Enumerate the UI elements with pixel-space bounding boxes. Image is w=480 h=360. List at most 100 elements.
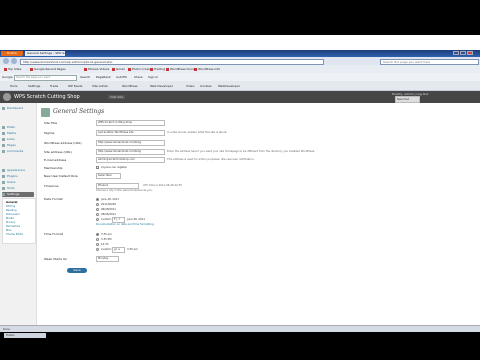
submenu-media[interactable]: Media xyxy=(6,217,14,220)
week-starts-select[interactable]: Monday xyxy=(96,256,119,262)
time-format-radio[interactable] xyxy=(96,238,99,241)
appearance-icon xyxy=(2,168,5,172)
google-toolbar-item[interactable]: Search xyxy=(80,75,90,79)
toolbar-item[interactable]: Cookies xyxy=(200,84,212,88)
tagline-input[interactable]: Just another WordPress site xyxy=(96,130,165,136)
utc-time-description: UTC time is 2011-06-28 22:35 xyxy=(143,184,182,187)
site-title[interactable]: WPS Scratch Cutting Shop xyxy=(14,94,80,100)
menu-pages[interactable]: Pages xyxy=(2,143,34,148)
submenu-general[interactable]: General xyxy=(6,201,17,204)
menu-tools[interactable]: Tools xyxy=(2,186,34,191)
date-format-radio[interactable] xyxy=(96,213,99,216)
menu-label: Dashboard xyxy=(7,106,24,110)
taskbar-item[interactable]: Firefox xyxy=(4,333,46,338)
favorites-dropdown[interactable]: New Post xyxy=(395,96,420,103)
submenu-theme-editor[interactable]: Theme Editor xyxy=(6,233,23,236)
browser-tab[interactable]: General Settings ‹ SEO Scratch Cut... xyxy=(25,51,65,56)
settings-page-icon xyxy=(41,108,50,117)
close-window-button[interactable] xyxy=(467,51,473,55)
toolbar-item[interactable]: Settings xyxy=(28,84,40,88)
date-format-custom-radio[interactable] xyxy=(96,218,99,221)
bookmark-item[interactable]: Photo Cross xyxy=(128,67,150,71)
date-format-radio[interactable] xyxy=(96,208,99,211)
toolbar-item[interactable]: WebDeveloper xyxy=(218,84,240,88)
bookmark-item[interactable]: Google Recent Pages xyxy=(30,67,66,71)
date-doc-link[interactable]: Documentation on date and time formattin… xyxy=(96,223,154,226)
google-toolbar-item[interactable]: Share xyxy=(134,75,143,79)
email-input[interactable]: admin@scratchcutshop.com xyxy=(96,157,165,163)
menu-plugins[interactable]: Plugins xyxy=(2,174,34,179)
google-toolbar-item[interactable]: AutoFill xyxy=(116,75,127,79)
toolbar-item[interactable]: Video xyxy=(186,84,194,88)
bookmark-item[interactable]: WordPress Info xyxy=(194,67,220,71)
menu-links[interactable]: Links xyxy=(2,137,34,142)
bookmark-item[interactable]: Movies Videos xyxy=(84,67,109,71)
save-changes-button[interactable]: Save Changes xyxy=(67,268,87,277)
toolbar-item[interactable]: WordPress xyxy=(122,84,138,88)
taskbar-area: Firefox xyxy=(0,332,480,360)
menu-appearance[interactable]: Appearance xyxy=(2,168,34,173)
menu-media[interactable]: Media xyxy=(2,131,34,136)
minimize-button[interactable] xyxy=(453,51,459,55)
submenu-reading[interactable]: Reading xyxy=(6,209,17,212)
tagline-description: In a few words, explain what this site i… xyxy=(167,131,228,134)
menu-label: Posts xyxy=(7,125,15,129)
membership-checkbox[interactable] xyxy=(96,166,99,169)
toolbar-item[interactable]: WP Feeds xyxy=(68,84,82,88)
wp-address-input[interactable]: http://www.domainhost.com/blog xyxy=(96,140,165,146)
submenu-discussion[interactable]: Discussion xyxy=(6,213,20,216)
submenu-permalinks[interactable]: Permalinks xyxy=(6,225,20,228)
forward-arrow-icon[interactable] xyxy=(11,58,17,64)
bookmark-item[interactable]: WordPress Docs xyxy=(166,67,194,71)
submenu-writing[interactable]: Writing xyxy=(6,205,15,208)
bookmark-item[interactable]: Top Sites xyxy=(4,67,21,71)
bookmark-item[interactable]: Gmail xyxy=(112,67,125,71)
submenu-misc[interactable]: Misc xyxy=(6,229,12,232)
site-title-input[interactable]: WPS Scratch Cutting Shop xyxy=(96,120,165,126)
menu-settings[interactable]: Settings xyxy=(2,192,34,197)
toolbar-item[interactable]: Tools xyxy=(10,84,17,88)
default-role-select[interactable]: Subscriber xyxy=(96,173,121,179)
google-toolbar-item[interactable]: Sign In xyxy=(148,75,158,79)
menu-posts[interactable]: Posts xyxy=(2,125,34,130)
bookmark-label: Trading xyxy=(154,67,166,71)
menu-label: Plugins xyxy=(7,174,18,178)
time-format-option: 15:35 xyxy=(101,243,109,246)
toolbar-item[interactable]: Web Developer xyxy=(150,84,173,88)
menu-comments[interactable]: Comments xyxy=(2,149,34,154)
toolbar-item[interactable]: Site Admin xyxy=(92,84,108,88)
date-format-radio[interactable] xyxy=(96,203,99,206)
date-format-radio[interactable] xyxy=(96,198,99,201)
site-address-label: Site address (URL) xyxy=(44,150,72,154)
date-format-label: Date Format xyxy=(44,197,63,201)
favicon-icon xyxy=(4,67,7,71)
menu-label: Settings xyxy=(7,192,20,196)
timezone-hint: Choose a city in the same timezone as yo… xyxy=(96,189,153,192)
settings-icon xyxy=(2,192,5,196)
bookmark-label: WordPress Info xyxy=(198,67,221,71)
bookmark-item[interactable]: Trading xyxy=(150,67,165,71)
time-format-custom-radio[interactable] xyxy=(96,248,99,251)
bookmark-label: Google Recent Pages xyxy=(34,67,66,71)
time-format-radio[interactable] xyxy=(96,233,99,236)
favicon-icon xyxy=(30,67,33,71)
menu-dashboard[interactable]: Dashboard xyxy=(2,106,34,111)
navigation-bar: http://www.domainhost.com/wp-admin/optio… xyxy=(0,57,480,65)
favicon-icon xyxy=(112,67,115,71)
visit-site-button[interactable]: Visit Site xyxy=(108,95,126,99)
site-address-input[interactable]: http://www.domainhost.com/blog xyxy=(96,149,165,155)
submenu-privacy[interactable]: Privacy xyxy=(6,221,15,224)
maximize-button[interactable] xyxy=(460,51,466,55)
firefox-menu-button[interactable]: Firefox xyxy=(1,51,23,56)
menu-users[interactable]: Users xyxy=(2,180,34,185)
favicon-icon xyxy=(166,67,169,71)
time-format-custom-input[interactable]: g:i a xyxy=(112,247,125,253)
google-toolbar-item[interactable]: PageRank xyxy=(96,75,111,79)
page-title: General Settings xyxy=(53,108,105,115)
menu-label: Media xyxy=(7,131,17,135)
time-format-radio[interactable] xyxy=(96,243,99,246)
date-format-option: 06/28/2011 xyxy=(101,208,116,211)
time-format-option: 3:35 pm xyxy=(101,233,112,236)
back-arrow-icon[interactable] xyxy=(3,58,9,64)
toolbar-item[interactable]: Trade xyxy=(50,84,58,88)
